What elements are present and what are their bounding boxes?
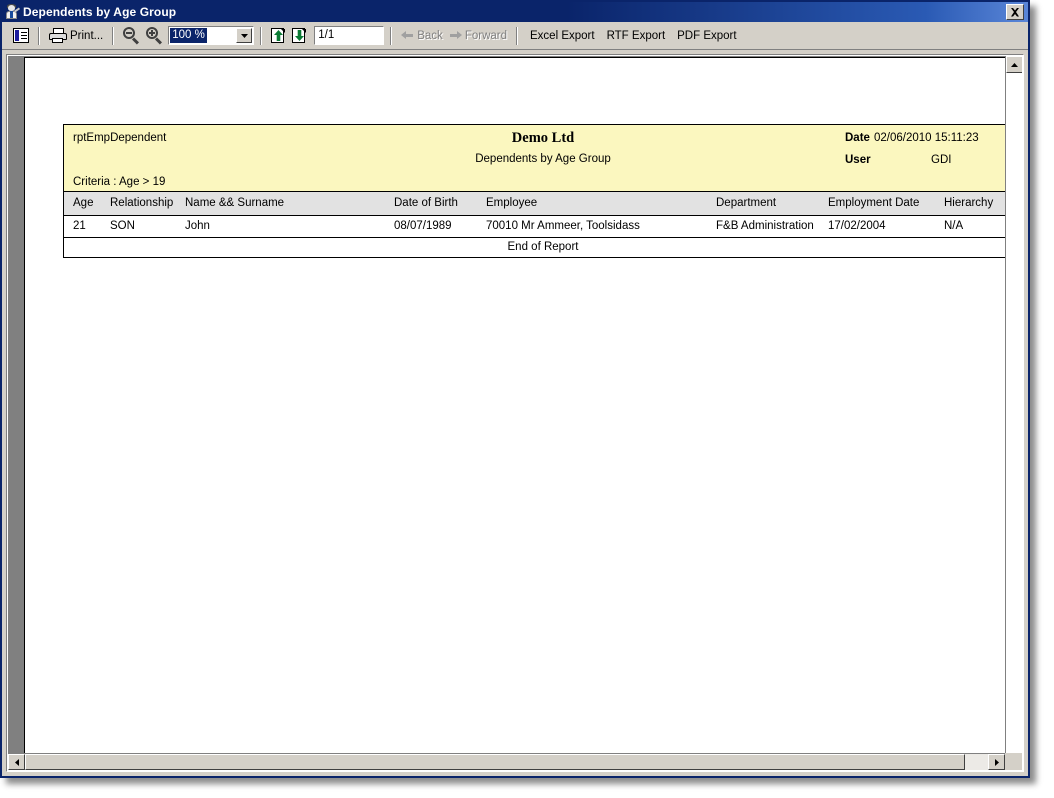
cell-relationship: SON (110, 220, 135, 232)
cell-name-surname: John (185, 220, 210, 232)
scroll-up-button[interactable] (1006, 56, 1022, 73)
zoom-out-button[interactable] (120, 25, 143, 47)
zoom-out-icon (123, 27, 140, 44)
zoom-level-value: 100 % (170, 28, 207, 43)
triangle-left-icon (15, 759, 19, 766)
table-footer-row: End of Report (63, 238, 1005, 258)
preview-client-area: rptEmpDependent Demo Ltd Dependents by A… (6, 54, 1024, 772)
report-preview-pane: rptEmpDependent Demo Ltd Dependents by A… (8, 56, 1005, 753)
vertical-scrollbar-track[interactable] (1006, 73, 1022, 753)
toolbar-separator (260, 27, 262, 45)
chevron-down-icon[interactable] (236, 28, 252, 43)
column-header-relationship: Relationship (110, 197, 173, 209)
cell-date-of-birth: 08/07/1989 (394, 220, 452, 232)
toolbar-separator (112, 27, 114, 45)
report-page-sheet: rptEmpDependent Demo Ltd Dependents by A… (24, 57, 1005, 753)
scrollbar-corner (1005, 753, 1022, 770)
previous-page-button[interactable] (268, 25, 289, 47)
forward-button[interactable]: Forward (446, 25, 510, 47)
column-header-employment-date: Employment Date (828, 197, 919, 209)
column-header-date-of-birth: Date of Birth (394, 197, 458, 209)
window-titlebar: Dependents by Age Group (2, 2, 1028, 22)
document-panel-icon (13, 28, 29, 43)
back-button[interactable]: Back (398, 25, 446, 47)
printer-icon (49, 28, 67, 43)
next-page-button[interactable] (289, 25, 310, 47)
page-up-icon (271, 28, 286, 44)
close-icon (1010, 8, 1020, 17)
column-header-age: Age (73, 197, 93, 209)
print-label: Print... (70, 30, 103, 42)
vertical-scrollbar[interactable] (1005, 56, 1022, 753)
cell-age: 21 (73, 220, 86, 232)
forward-label: Forward (465, 30, 507, 42)
page-number-input[interactable]: 1/1 (314, 26, 384, 45)
triangle-right-icon (995, 759, 999, 766)
close-button[interactable] (1006, 4, 1024, 20)
column-header-hierarchy: Hierarchy (944, 197, 993, 209)
viewer-toolbar: Print... 100 % (2, 22, 1028, 50)
table-header-row: Age Relationship Name && Surname Date of… (63, 192, 1005, 216)
report-viewer-window: Dependents by Age Group Print... (0, 0, 1030, 778)
cell-department: F&B Administration (716, 220, 814, 232)
arrow-right-icon (449, 30, 462, 41)
report-header-band: rptEmpDependent Demo Ltd Dependents by A… (63, 124, 1005, 192)
cell-hierarchy: N/A (944, 220, 963, 232)
rtf-export-button[interactable]: RTF Export (601, 28, 672, 44)
column-header-employee: Employee (486, 197, 537, 209)
window-title: Dependents by Age Group (23, 5, 1006, 19)
page-down-icon (292, 28, 307, 44)
end-of-report-label: End of Report (64, 241, 1005, 253)
arrow-left-icon (401, 30, 414, 41)
table-row: 21 SON John 08/07/1989 70010 Mr Ammeer, … (63, 216, 1005, 238)
toggle-panel-button[interactable] (10, 25, 32, 47)
report-date-value: 02/06/2010 15:11:23 (874, 132, 979, 144)
horizontal-scrollbar-thumb[interactable] (25, 754, 965, 770)
print-button[interactable]: Print... (46, 25, 106, 47)
triangle-up-icon (1011, 63, 1018, 67)
report-criteria: Criteria : Age > 19 (73, 176, 165, 188)
horizontal-scrollbar[interactable] (8, 753, 1005, 770)
zoom-in-button[interactable] (143, 25, 166, 47)
report-person-icon (5, 4, 21, 20)
toolbar-separator (38, 27, 40, 45)
toolbar-separator (516, 27, 518, 45)
report-content: rptEmpDependent Demo Ltd Dependents by A… (63, 124, 1005, 258)
scroll-right-button[interactable] (988, 754, 1005, 770)
excel-export-button[interactable]: Excel Export (524, 28, 601, 44)
scroll-left-button[interactable] (8, 754, 25, 770)
column-header-department: Department (716, 197, 776, 209)
cell-employee: 70010 Mr Ammeer, Toolsidass (486, 220, 640, 232)
report-user-value: GDI (931, 154, 951, 166)
report-user-label: User (845, 154, 871, 166)
preview-outer: rptEmpDependent Demo Ltd Dependents by A… (8, 56, 1022, 770)
toolbar-separator (390, 27, 392, 45)
column-header-name-surname: Name && Surname (185, 197, 284, 209)
zoom-in-icon (146, 27, 163, 44)
pdf-export-button[interactable]: PDF Export (671, 28, 742, 44)
report-date-label: Date (845, 132, 870, 144)
cell-employment-date: 17/02/2004 (828, 220, 886, 232)
back-label: Back (417, 30, 443, 42)
zoom-level-combobox[interactable]: 100 % (168, 26, 254, 45)
